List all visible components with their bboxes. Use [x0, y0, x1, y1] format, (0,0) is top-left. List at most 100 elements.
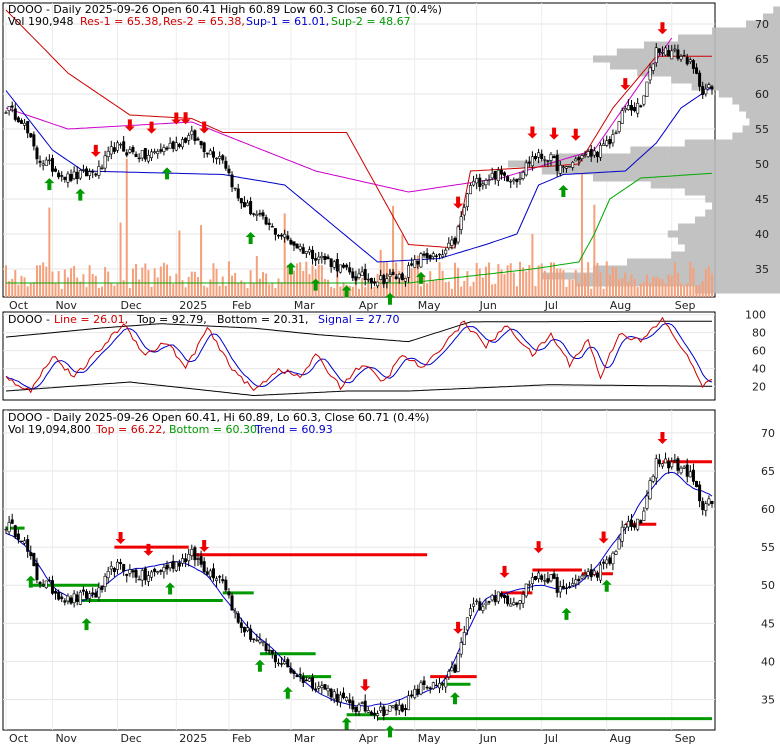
candle-body: [657, 48, 661, 53]
candle-body: [540, 575, 544, 580]
volume-bar: [683, 285, 686, 297]
candle-body: [456, 226, 460, 243]
candle-body: [698, 484, 702, 502]
candle-body: [688, 471, 692, 478]
candle-body: [66, 173, 70, 183]
volume-bar: [42, 262, 45, 297]
volume-bar: [317, 264, 320, 297]
candle-body: [561, 585, 565, 589]
volume-bar: [20, 275, 23, 297]
price-y-tick-label: 60: [755, 88, 769, 101]
candle-body: [280, 663, 284, 665]
candle-body: [103, 576, 107, 587]
candle-body: [490, 595, 494, 601]
candle-body: [366, 278, 370, 281]
volume-profile-bar: [712, 27, 780, 35]
candle-body: [255, 213, 259, 216]
candle-body: [376, 281, 380, 287]
candle-body: [289, 667, 293, 673]
volume-bar: [642, 281, 645, 297]
volume-bar: [577, 282, 580, 297]
volume-bar: [593, 204, 596, 297]
candle-body: [533, 155, 537, 160]
candle-body: [481, 606, 485, 611]
candle-body: [589, 569, 593, 578]
candle-body: [509, 180, 513, 183]
candle-body: [159, 149, 163, 152]
volume-bar: [481, 277, 484, 297]
candle-body: [128, 569, 132, 574]
volume-bar: [370, 287, 373, 297]
volume-bar: [429, 271, 432, 297]
candle-body: [122, 564, 126, 572]
candle-body: [270, 226, 274, 228]
volume-bar: [85, 287, 88, 297]
volume-bar: [525, 271, 528, 297]
price-x-tick-label: Jun: [479, 299, 497, 312]
candle-body: [41, 163, 45, 166]
volume-bar: [333, 288, 336, 297]
volume-bar: [556, 268, 559, 297]
volume-bar: [419, 286, 422, 297]
candle-body: [568, 165, 572, 168]
volume-bar: [680, 283, 683, 297]
candle-body: [611, 134, 615, 144]
candle-body: [181, 139, 185, 148]
candle-body: [400, 273, 404, 281]
volume-bar: [401, 234, 404, 297]
candle-body: [599, 564, 603, 581]
candle-body: [512, 179, 516, 182]
volume-bar: [147, 270, 150, 297]
trend-x-tick-label: Oct: [9, 732, 29, 745]
volume-bar: [515, 286, 518, 297]
candle-body: [301, 247, 305, 254]
candle-body: [174, 561, 178, 571]
candle-body: [639, 520, 643, 524]
candle-body: [484, 602, 488, 606]
candle-body: [685, 464, 689, 477]
candle-body: [354, 276, 358, 281]
candle-body: [496, 169, 500, 182]
candle-body: [106, 150, 110, 157]
volume-bar: [159, 266, 162, 297]
volume-bar: [602, 288, 605, 297]
candle-body: [691, 469, 695, 482]
candle-body: [701, 86, 705, 95]
candle-body: [651, 63, 655, 71]
candle-body: [602, 143, 606, 146]
candle-body: [174, 142, 178, 151]
candle-body: [657, 459, 661, 465]
candle-body: [438, 683, 442, 689]
volume-bar: [91, 273, 94, 297]
volume-bar: [135, 263, 138, 297]
volume-bar: [57, 271, 60, 297]
volume-bar: [302, 270, 305, 297]
volume-bar: [141, 267, 144, 297]
volume-bar: [645, 274, 648, 297]
volume-bar: [367, 279, 370, 297]
trend-y-tick-label: 50: [761, 579, 775, 592]
candle-body: [574, 158, 578, 162]
candle-body: [645, 495, 649, 509]
candle-body: [472, 180, 476, 186]
volume-bar: [45, 266, 48, 297]
volume-bar: [395, 262, 398, 297]
volume-profile-bar: [678, 34, 780, 42]
candle-body: [348, 267, 352, 273]
candle-body: [29, 133, 33, 138]
candle-body: [273, 228, 277, 235]
candle-body: [156, 151, 160, 155]
volume-bar: [29, 283, 32, 297]
candle-body: [202, 142, 206, 153]
volume-bar: [110, 283, 113, 297]
candle-body: [611, 552, 615, 565]
candle-body: [168, 562, 172, 569]
volume-bar: [686, 283, 689, 297]
candle-body: [595, 151, 599, 158]
candle-body: [153, 568, 157, 573]
volume-bar: [664, 283, 667, 297]
candle-body: [462, 207, 466, 216]
candle-body: [521, 172, 525, 179]
trend-y-tick-label: 55: [761, 541, 775, 554]
volume-profile-bar: [630, 146, 780, 154]
